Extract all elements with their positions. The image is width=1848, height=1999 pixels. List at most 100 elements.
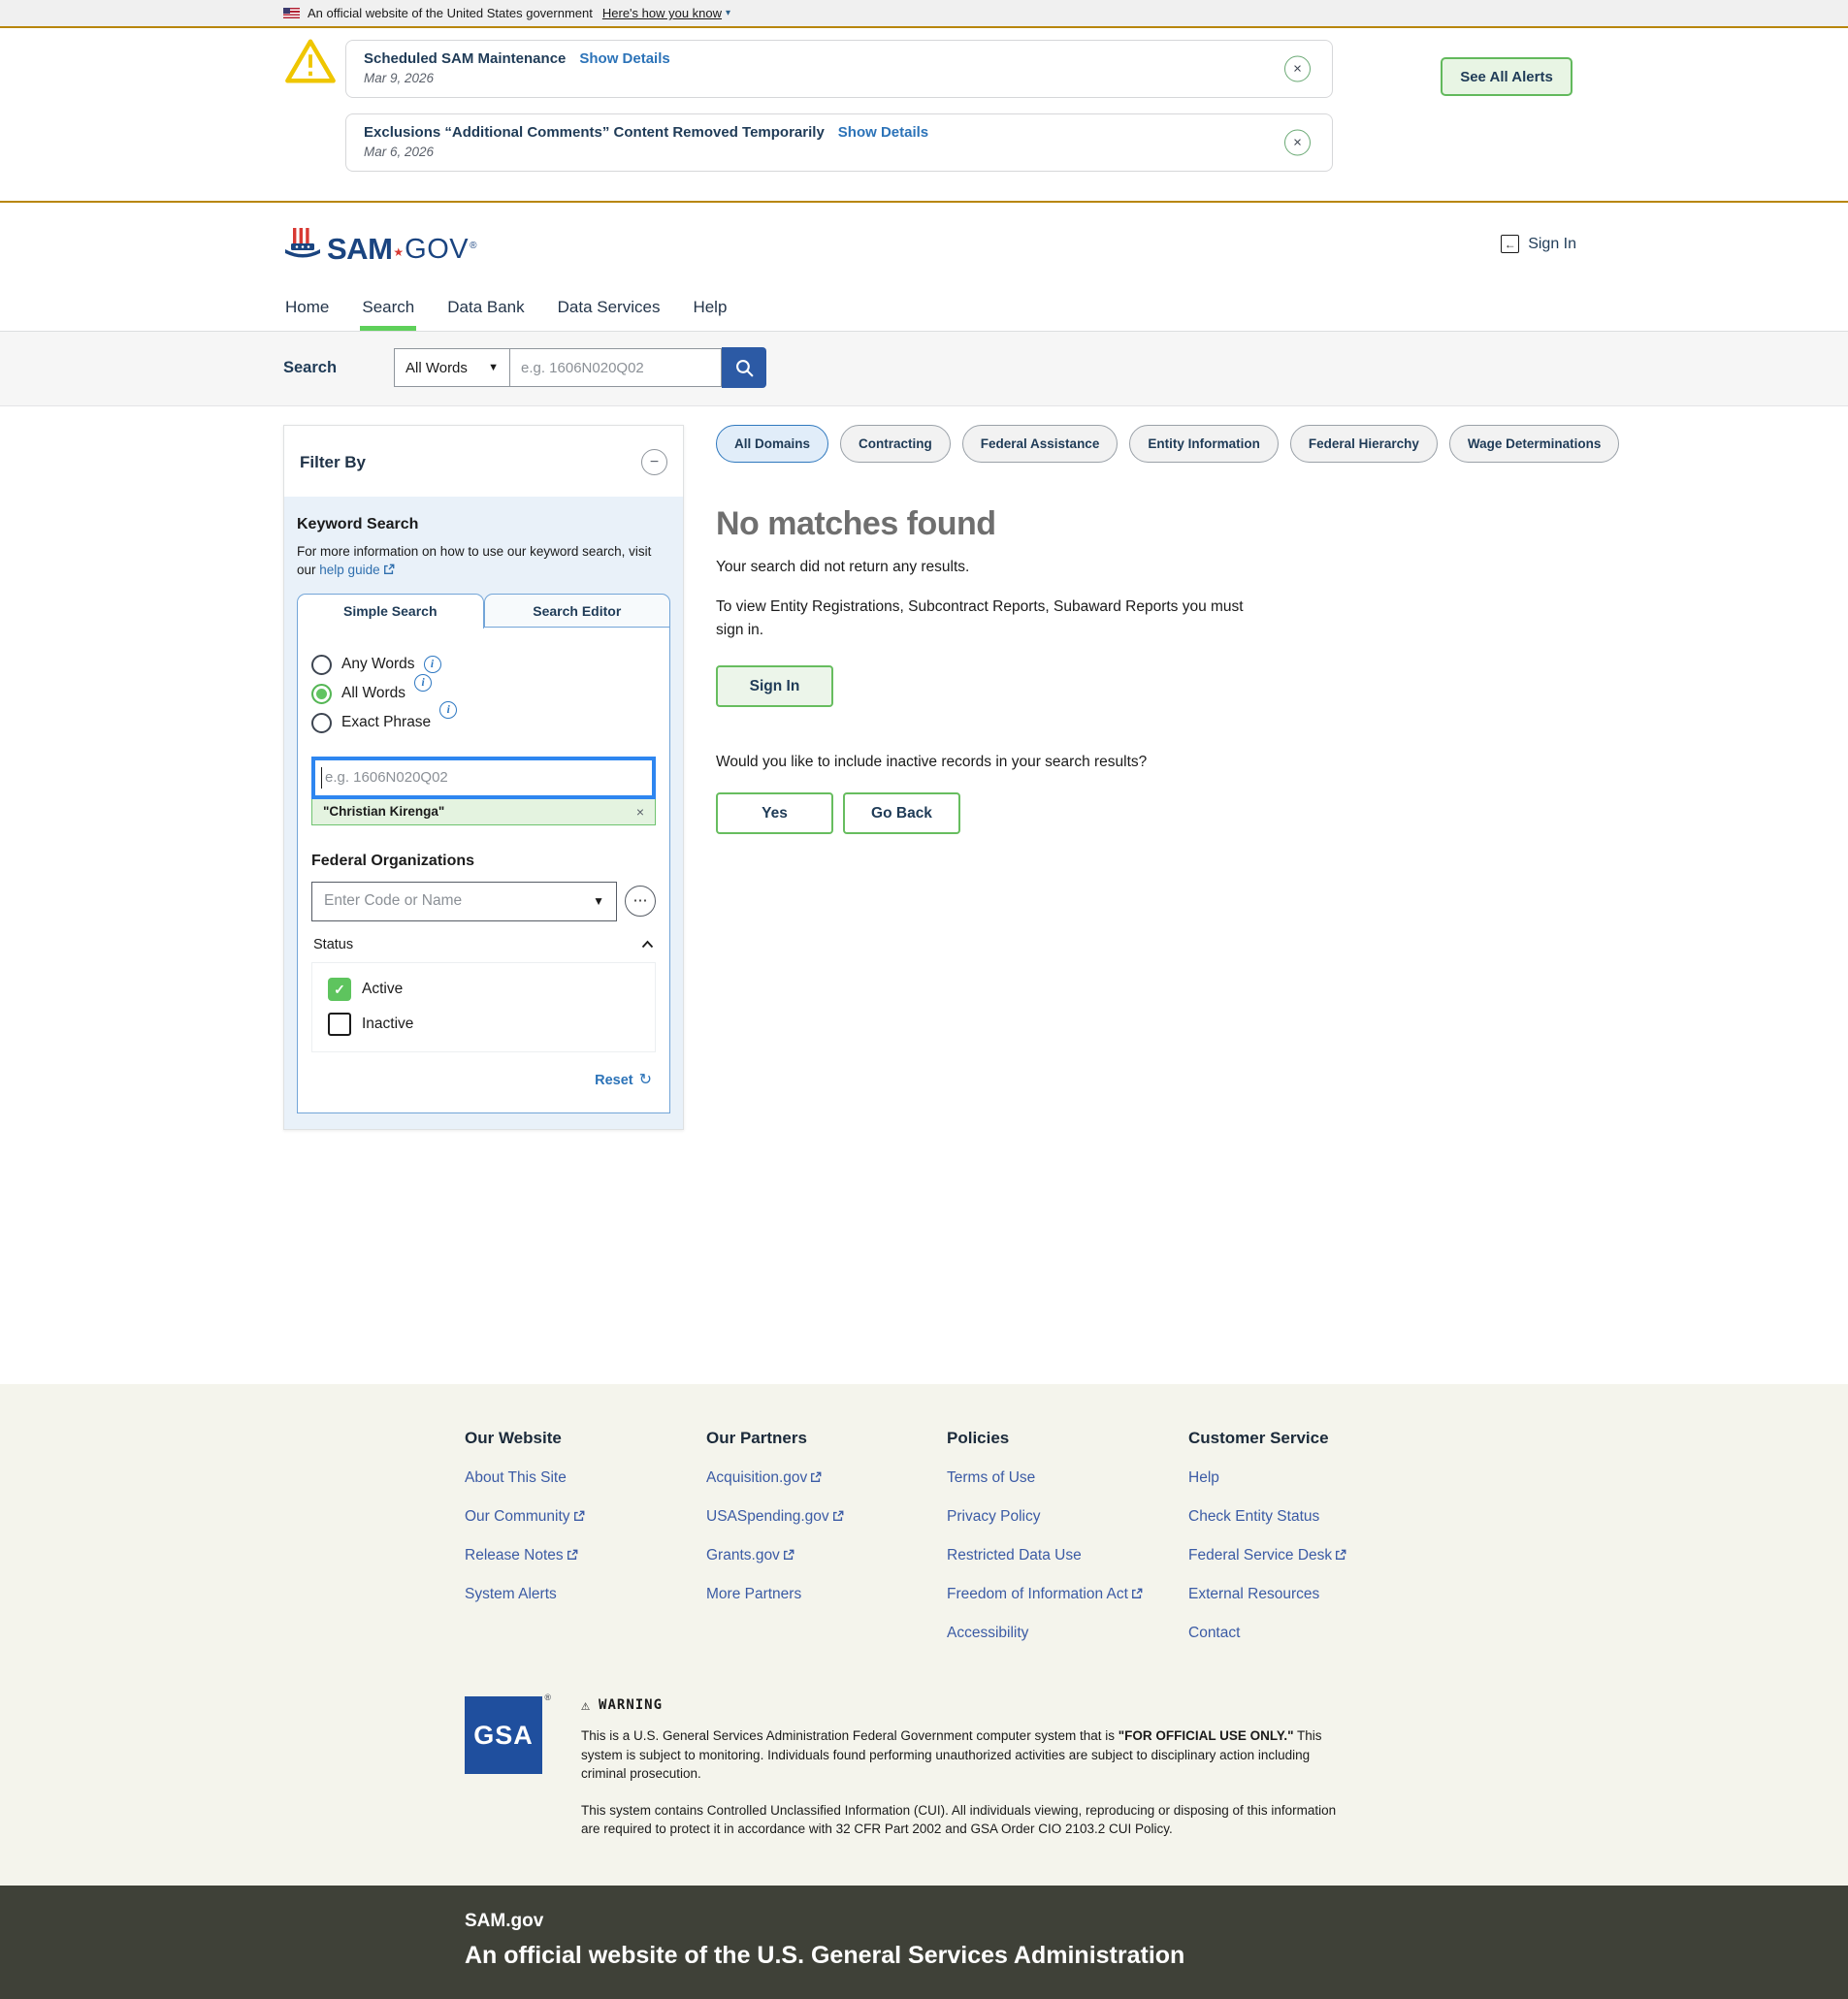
go-back-button[interactable]: Go Back bbox=[843, 792, 960, 834]
footer-link-accessibility[interactable]: Accessibility bbox=[947, 1625, 1188, 1642]
status-section-toggle[interactable]: Status bbox=[311, 937, 656, 952]
radio-exact-phrase-label: Exact Phrase bbox=[341, 714, 431, 731]
radio-exact-phrase[interactable] bbox=[311, 713, 332, 733]
checkbox-checked-icon: ✓ bbox=[328, 978, 351, 1001]
footer-link-contact[interactable]: Contact bbox=[1188, 1625, 1346, 1642]
footer-link-check-entity-status[interactable]: Check Entity Status bbox=[1188, 1508, 1346, 1526]
status-option-inactive[interactable]: Inactive bbox=[328, 1013, 639, 1036]
nav-item-help[interactable]: Help bbox=[691, 285, 729, 331]
status-option-active[interactable]: ✓ Active bbox=[328, 978, 639, 1001]
domain-pills: All Domains Contracting Federal Assistan… bbox=[716, 425, 1521, 463]
logo-gov-text: GOV bbox=[405, 238, 469, 263]
footer-link-privacy-policy[interactable]: Privacy Policy bbox=[947, 1508, 1188, 1526]
help-guide-link[interactable]: help guide bbox=[319, 563, 394, 577]
status-active-label: Active bbox=[362, 981, 403, 998]
search-submit-button[interactable] bbox=[722, 347, 766, 388]
pill-contracting[interactable]: Contracting bbox=[840, 425, 951, 463]
chip-remove-button[interactable]: × bbox=[636, 804, 644, 820]
chevron-down-icon: ▼ bbox=[593, 894, 604, 908]
footer-link-federal-service-desk[interactable]: Federal Service Desk bbox=[1188, 1547, 1346, 1564]
footer-heading: Our Partners bbox=[706, 1429, 947, 1448]
warning-paragraph-1: This is a U.S. General Services Administ… bbox=[581, 1726, 1357, 1784]
keyword-search-heading: Keyword Search bbox=[297, 516, 670, 533]
footer-site-name: SAM.gov bbox=[465, 1911, 1848, 1932]
keyword-chip-label: "Christian Kirenga" bbox=[323, 804, 444, 819]
external-link-icon bbox=[1131, 1588, 1143, 1599]
registered-mark: ® bbox=[544, 1693, 552, 1702]
footer-heading: Our Website bbox=[465, 1429, 706, 1448]
sign-in-icon: ← bbox=[1501, 235, 1519, 253]
footer-link-about-this-site[interactable]: About This Site bbox=[465, 1469, 706, 1487]
footer-link-grants-gov[interactable]: Grants.gov bbox=[706, 1547, 947, 1564]
warning-paragraph-2: This system contains Controlled Unclassi… bbox=[581, 1801, 1357, 1839]
keyword-tabs: Simple Search Search Editor bbox=[297, 594, 670, 628]
pill-wage-determinations[interactable]: Wage Determinations bbox=[1449, 425, 1620, 463]
footer-link-our-community[interactable]: Our Community bbox=[465, 1508, 706, 1526]
nav-item-data-bank[interactable]: Data Bank bbox=[445, 285, 526, 331]
footer-link-terms-of-use[interactable]: Terms of Use bbox=[947, 1469, 1188, 1487]
external-link-icon bbox=[810, 1471, 822, 1483]
footer-link-external-resources[interactable]: External Resources bbox=[1188, 1586, 1346, 1603]
footer-link-usaspending-gov[interactable]: USASpending.gov bbox=[706, 1508, 947, 1526]
sign-in-required-text: To view Entity Registrations, Subcontrac… bbox=[716, 596, 1245, 642]
nav-item-home[interactable]: Home bbox=[283, 285, 331, 331]
footer-link-release-notes[interactable]: Release Notes bbox=[465, 1547, 706, 1564]
tab-simple-search[interactable]: Simple Search bbox=[297, 594, 484, 629]
keyword-chip: "Christian Kirenga" × bbox=[311, 799, 656, 825]
pill-federal-assistance[interactable]: Federal Assistance bbox=[962, 425, 1119, 463]
collapse-filters-button[interactable]: − bbox=[641, 449, 667, 475]
help-guide-label: help guide bbox=[319, 563, 379, 577]
see-all-alerts-button[interactable]: See All Alerts bbox=[1441, 57, 1572, 96]
pill-entity-information[interactable]: Entity Information bbox=[1129, 425, 1279, 463]
search-type-select[interactable]: All Words ▼ bbox=[394, 348, 510, 387]
show-details-link[interactable]: Show Details bbox=[838, 124, 928, 141]
footer-link-system-alerts[interactable]: System Alerts bbox=[465, 1586, 706, 1603]
search-type-value: All Words bbox=[405, 360, 468, 376]
nav-item-data-services[interactable]: Data Services bbox=[556, 285, 663, 331]
chevron-up-icon bbox=[641, 940, 654, 949]
alert-close-button[interactable]: × bbox=[1284, 130, 1311, 156]
chevron-down-icon: ▼ bbox=[488, 362, 499, 373]
footer-link-more-partners[interactable]: More Partners bbox=[706, 1586, 947, 1603]
alert-maintenance: Scheduled SAM Maintenance Show Details M… bbox=[345, 40, 1333, 98]
global-search-input[interactable] bbox=[510, 348, 722, 387]
header-sign-in[interactable]: ← Sign In bbox=[1501, 235, 1576, 253]
how-you-know-link[interactable]: Here's how you know bbox=[602, 6, 722, 20]
pill-all-domains[interactable]: All Domains bbox=[716, 425, 828, 463]
info-icon[interactable]: i bbox=[424, 656, 441, 673]
footer-link-restricted-data-use[interactable]: Restricted Data Use bbox=[947, 1547, 1188, 1564]
nav-item-search[interactable]: Search bbox=[360, 285, 416, 331]
show-details-link[interactable]: Show Details bbox=[579, 50, 669, 67]
yes-button[interactable]: Yes bbox=[716, 792, 833, 834]
pill-federal-hierarchy[interactable]: Federal Hierarchy bbox=[1290, 425, 1438, 463]
sign-in-button[interactable]: Sign In bbox=[716, 665, 833, 707]
radio-any-words-label: Any Words bbox=[341, 656, 415, 673]
more-options-button[interactable]: ⋯ bbox=[625, 886, 656, 917]
no-matches-title: No matches found bbox=[716, 505, 1521, 543]
info-icon[interactable]: i bbox=[414, 674, 432, 692]
chevron-down-icon: ▾ bbox=[726, 8, 730, 18]
footer-link-foia[interactable]: Freedom of Information Act bbox=[947, 1586, 1188, 1603]
gsa-logo-text: GSA bbox=[473, 1721, 534, 1751]
footer-link-acquisition-gov[interactable]: Acquisition.gov bbox=[706, 1469, 947, 1487]
warning-triangle-icon bbox=[284, 37, 337, 90]
footer-link-label: Freedom of Information Act bbox=[947, 1586, 1128, 1602]
warning-block: ⚠WARNING This is a U.S. General Services… bbox=[581, 1696, 1357, 1839]
footer-col-policies: Policies Terms of Use Privacy Policy Res… bbox=[947, 1429, 1188, 1663]
sam-gov-logo[interactable]: SAM★GOV® bbox=[283, 226, 477, 263]
site-footer: Our Website About This Site Our Communit… bbox=[0, 1384, 1848, 1886]
keyword-input[interactable] bbox=[311, 757, 656, 799]
footer-link-label: USASpending.gov bbox=[706, 1508, 829, 1525]
search-icon bbox=[734, 358, 755, 378]
reset-filters-link[interactable]: Reset↻ bbox=[595, 1073, 652, 1088]
federal-orgs-select[interactable]: Enter Code or Name ▼ bbox=[311, 882, 617, 921]
text-caret bbox=[321, 767, 322, 789]
gov-banner-text: An official website of the United States… bbox=[308, 6, 593, 20]
alert-close-button[interactable]: × bbox=[1284, 56, 1311, 82]
radio-any-words[interactable] bbox=[311, 655, 332, 675]
tab-search-editor[interactable]: Search Editor bbox=[484, 594, 671, 628]
info-icon[interactable]: i bbox=[439, 701, 457, 719]
footer-link-help[interactable]: Help bbox=[1188, 1469, 1346, 1487]
external-link-icon bbox=[783, 1549, 794, 1561]
radio-all-words[interactable] bbox=[311, 684, 332, 704]
